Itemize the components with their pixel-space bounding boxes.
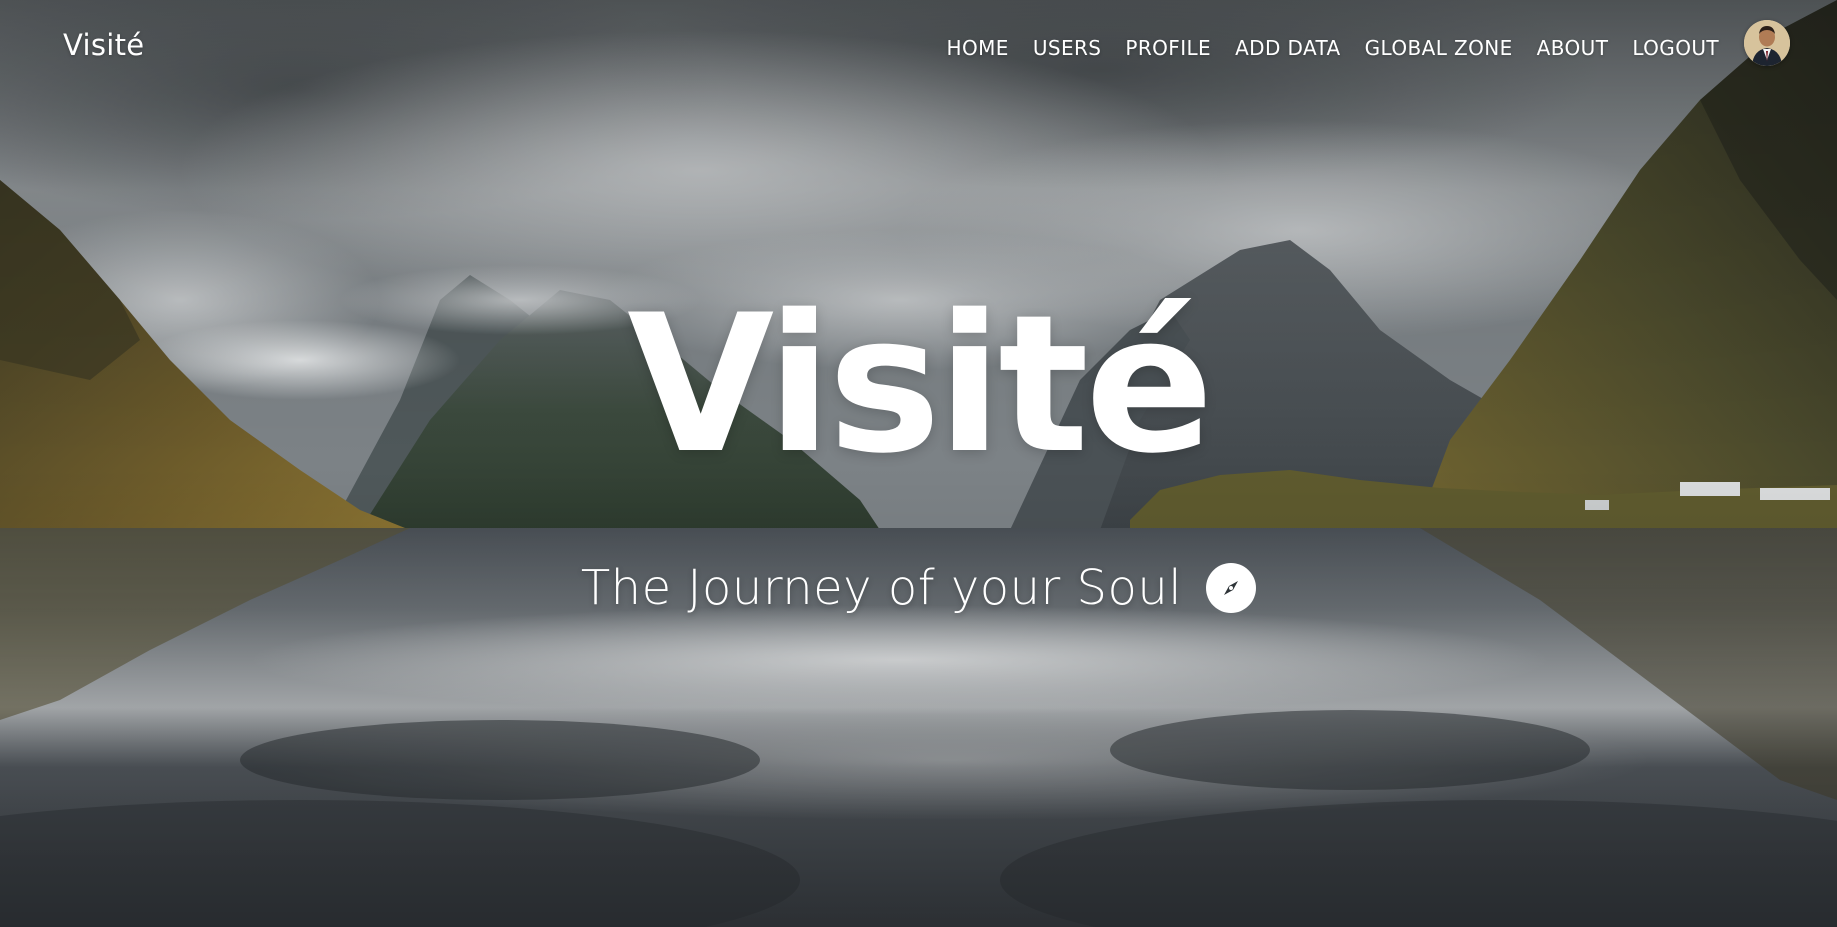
landing-page: Visité HOME USERS PROFILE ADD DATA GLOBA… (0, 0, 1837, 927)
nav-link-profile[interactable]: PROFILE (1125, 36, 1211, 60)
nav-link-home[interactable]: HOME (947, 36, 1009, 60)
brand-logo-link[interactable]: Visité (63, 28, 144, 62)
nav-link-add-data[interactable]: ADD DATA (1235, 36, 1341, 60)
nav-link-about[interactable]: ABOUT (1537, 36, 1609, 60)
nav-item-users: USERS (1033, 36, 1102, 60)
nav-link-users[interactable]: USERS (1033, 36, 1102, 60)
nav-item-about: ABOUT (1537, 36, 1609, 60)
tagline-text: The Journey of your Soul (580, 560, 1183, 616)
top-navbar: Visité HOME USERS PROFILE ADD DATA GLOBA… (0, 0, 1837, 96)
nav-item-profile: PROFILE (1125, 36, 1211, 60)
nav-link-global-zone[interactable]: GLOBAL ZONE (1365, 36, 1513, 60)
nav-item-home: HOME (947, 36, 1009, 60)
hero-title: Visité (627, 274, 1214, 495)
hero-tagline: The Journey of your Soul (0, 560, 1837, 616)
user-avatar[interactable] (1744, 20, 1790, 66)
compass-icon[interactable] (1206, 563, 1257, 613)
nav-link-logout[interactable]: LOGOUT (1632, 36, 1719, 60)
user-avatar-icon (1744, 20, 1790, 66)
nav-links: HOME USERS PROFILE ADD DATA GLOBAL ZONE … (923, 36, 1719, 60)
nav-item-logout: LOGOUT (1632, 36, 1719, 60)
nav-item-add-data: ADD DATA (1235, 36, 1341, 60)
nav-item-global-zone: GLOBAL ZONE (1365, 36, 1513, 60)
